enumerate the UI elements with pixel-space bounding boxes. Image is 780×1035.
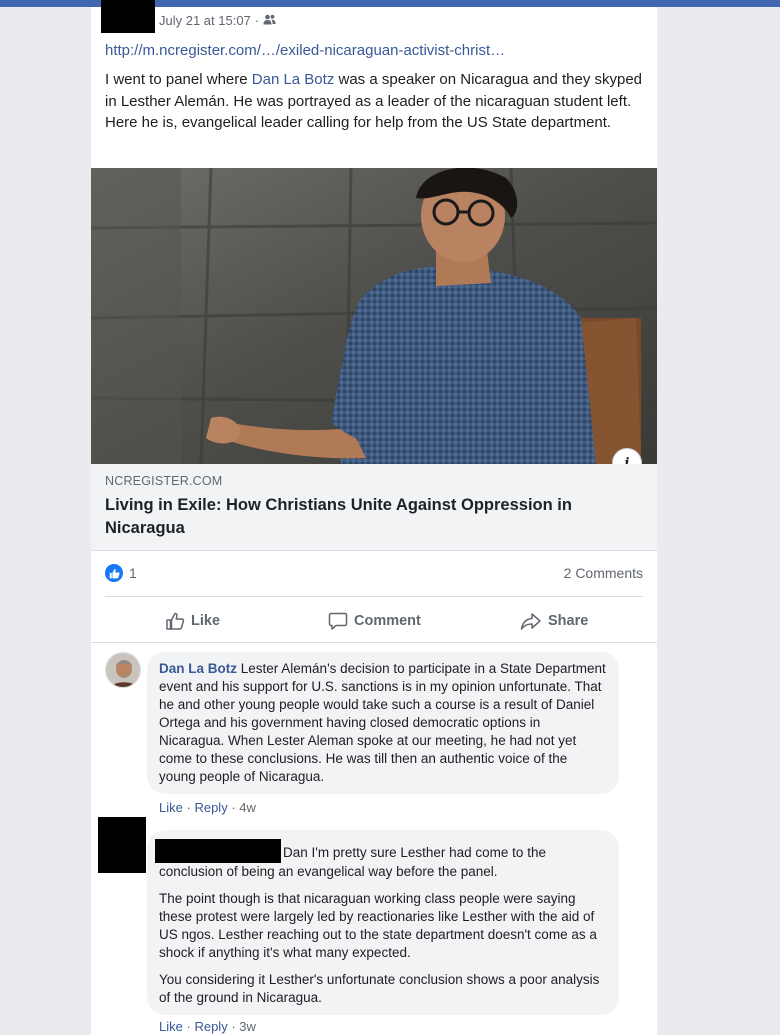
link-preview-caption[interactable]: NCREGISTER.COM Living in Exile: How Chri… — [91, 464, 657, 551]
like-reaction-icon — [105, 564, 123, 582]
comment-reply-link[interactable]: Reply — [194, 800, 227, 815]
post-meta: July 21 at 15:07 · — [159, 13, 276, 28]
link-headline[interactable]: Living in Exile: How Christians Unite Ag… — [105, 494, 640, 540]
preview-photo — [91, 168, 657, 464]
divider — [105, 596, 643, 597]
comment-actions: Like · Reply · 4w — [159, 800, 256, 815]
comment-paragraph: The point though is that nicaraguan work… — [159, 891, 597, 960]
comment-icon — [328, 612, 348, 630]
comment-bubble: Dan I'm pretty sure Lesther had come to … — [147, 830, 619, 1015]
post-text: I went to panel where Dan La Botz was a … — [105, 69, 645, 134]
comment-like-link[interactable]: Like — [159, 800, 183, 815]
post-text-start: I went to panel where — [105, 71, 252, 88]
reaction-summary[interactable]: 1 — [105, 564, 137, 582]
comment-author[interactable]: Dan La Botz — [159, 661, 237, 676]
avatar-photo — [106, 653, 140, 687]
comment-like-link[interactable]: Like — [159, 1019, 183, 1034]
thumbs-up-icon — [166, 612, 185, 630]
separator: · — [186, 1019, 191, 1034]
like-count: 1 — [129, 565, 137, 581]
comment-text: Lester Alemán's decision to participate … — [159, 661, 606, 784]
redacted-commenter-name — [155, 839, 281, 863]
shared-link-url[interactable]: http://m.ncregister.com/…/exiled-nicarag… — [105, 42, 505, 59]
share-button[interactable]: Share — [520, 611, 588, 631]
comment-bubble: Dan La Botz Lester Alemán's decision to … — [147, 652, 619, 794]
comment-time[interactable]: 4w — [239, 800, 256, 815]
link-domain: NCREGISTER.COM — [105, 474, 223, 488]
comment-time[interactable]: 3w — [239, 1019, 256, 1034]
comment-paragraph: You considering it Lesther's unfortunate… — [159, 972, 600, 1005]
comment-button-label: Comment — [354, 613, 421, 629]
comments-count[interactable]: 2 Comments — [564, 565, 643, 581]
like-button[interactable]: Like — [165, 611, 220, 631]
post-timestamp[interactable]: July 21 at 15:07 — [159, 13, 251, 28]
redacted-author-avatar — [101, 0, 155, 33]
share-button-label: Share — [548, 613, 589, 629]
separator: · — [186, 800, 191, 815]
share-icon — [520, 613, 541, 630]
friends-icon[interactable] — [263, 13, 276, 28]
comment-button[interactable]: Comment — [328, 611, 421, 631]
mention-link[interactable]: Dan La Botz — [252, 71, 335, 88]
divider — [91, 642, 657, 643]
comment-actions: Like · Reply · 3w — [159, 1019, 256, 1034]
post-card: July 21 at 15:07 · http://m.ncregister.c… — [91, 0, 657, 1035]
redacted-commenter-avatar — [98, 817, 146, 873]
link-preview-image[interactable] — [91, 168, 657, 464]
comment-reply-link[interactable]: Reply — [194, 1019, 227, 1034]
commenter-avatar[interactable] — [105, 652, 141, 688]
separator: · — [231, 1019, 236, 1034]
separator: · — [231, 800, 236, 815]
like-button-label: Like — [191, 613, 221, 629]
meta-separator: · — [254, 13, 260, 28]
comment-paragraph: Dan I'm pretty sure Lesther had come to … — [155, 839, 607, 881]
